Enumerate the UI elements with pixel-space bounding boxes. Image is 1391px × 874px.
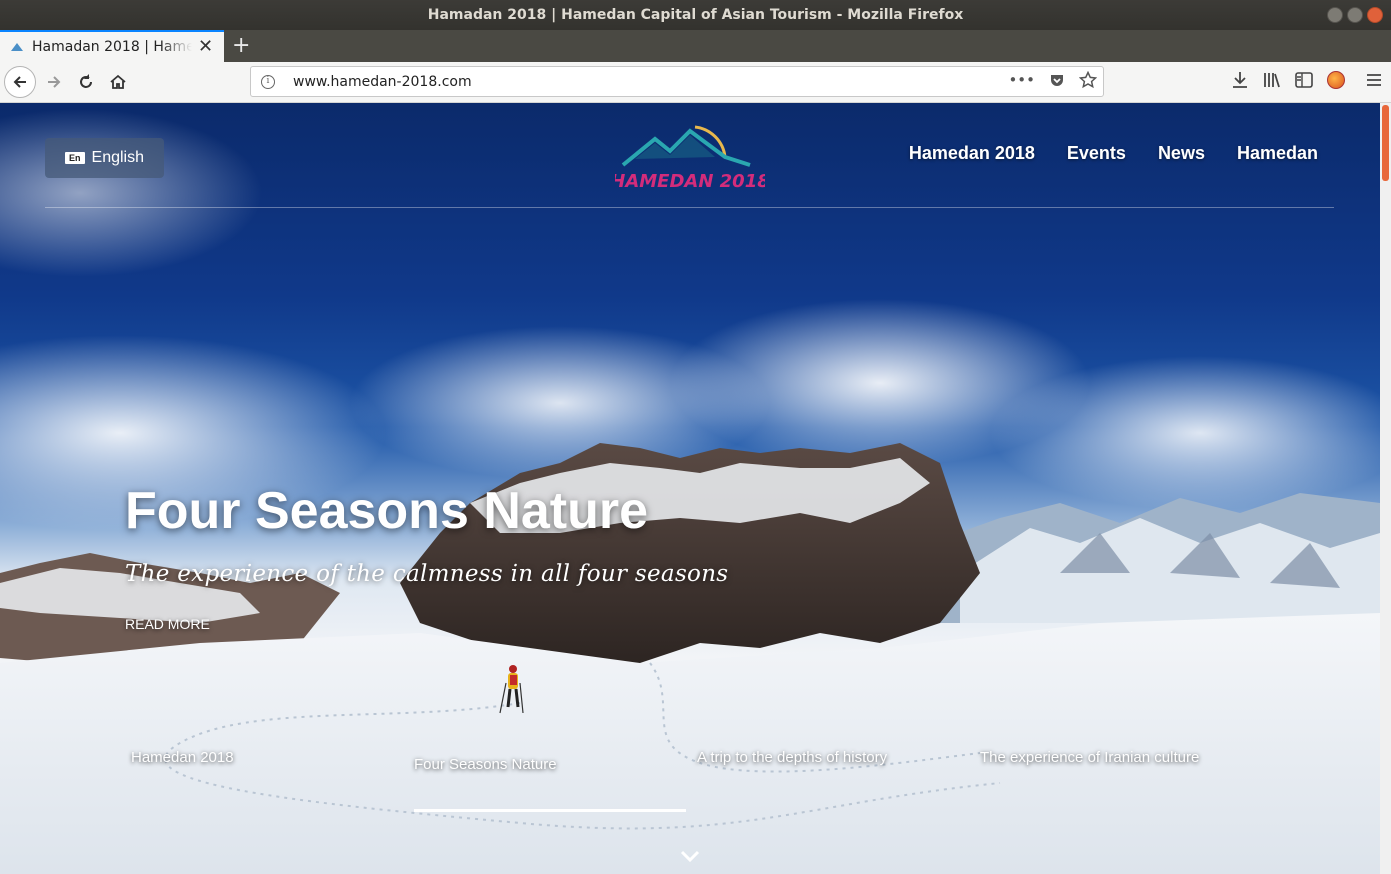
reload-icon[interactable] — [70, 66, 102, 98]
pocket-icon[interactable] — [1049, 72, 1065, 88]
hero-section: En English HAMEDAN 2018 Hamedan 2018 Eve… — [0, 103, 1380, 874]
nav-item-news[interactable]: News — [1158, 143, 1205, 164]
back-arrow-icon[interactable] — [4, 66, 36, 98]
more-icon[interactable]: ••• — [1008, 71, 1035, 89]
language-label: English — [91, 149, 144, 166]
extension-icon[interactable] — [1327, 70, 1345, 90]
site-favicon-icon — [10, 41, 24, 53]
navigation-toolbar: i www.hamedan-2018.com ••• — [0, 62, 1391, 103]
nav-item-hamedan-2018[interactable]: Hamedan 2018 — [909, 143, 1035, 164]
language-badge: En — [65, 152, 85, 164]
language-switcher-button[interactable]: En English — [45, 138, 164, 178]
maximize-button[interactable] — [1347, 7, 1363, 23]
star-icon[interactable] — [1079, 71, 1097, 89]
forward-arrow-icon[interactable] — [38, 66, 70, 98]
close-tab-icon[interactable]: ✕ — [198, 38, 213, 56]
main-navigation: Hamedan 2018 Events News Hamedan — [909, 143, 1318, 164]
sidebar-icon[interactable] — [1295, 70, 1313, 90]
nav-item-events[interactable]: Events — [1067, 143, 1126, 164]
url-text[interactable]: www.hamedan-2018.com — [293, 74, 472, 90]
hero-subtitle: The experience of the calmness in all fo… — [125, 561, 729, 587]
url-actions: ••• — [1008, 71, 1097, 89]
tab-strip: Hamadan 2018 | Hamedan Capital of Asian … — [0, 30, 1391, 62]
slide-tab-four-seasons-nature[interactable]: Four Seasons Nature — [414, 756, 557, 773]
toolbar-right — [1231, 70, 1383, 90]
window-controls — [1327, 7, 1383, 23]
header-divider — [45, 207, 1334, 208]
nav-item-hamedan[interactable]: Hamedan — [1237, 143, 1318, 164]
url-bar[interactable]: i www.hamedan-2018.com ••• — [250, 66, 1104, 97]
slide-tab-iranian-culture[interactable]: The experience of Iranian culture — [980, 749, 1199, 766]
scrollbar-thumb[interactable] — [1382, 105, 1389, 181]
home-icon[interactable] — [102, 66, 134, 98]
info-icon[interactable]: i — [261, 74, 275, 89]
browser-tab[interactable]: Hamadan 2018 | Hamedan Capital of Asian … — [0, 30, 224, 62]
slide-tab-trip-history[interactable]: A trip to the depths of history — [697, 749, 887, 766]
chevron-down-icon[interactable] — [679, 845, 701, 867]
hamburger-menu-icon[interactable] — [1365, 70, 1383, 90]
window-titlebar: Hamadan 2018 | Hamedan Capital of Asian … — [0, 0, 1391, 30]
hamedan-2018-logo[interactable]: HAMEDAN 2018 — [615, 117, 765, 197]
hiker-figure — [499, 665, 524, 714]
tab-title: Hamadan 2018 | Hamedan Capital of Asian … — [32, 39, 192, 55]
minimize-button[interactable] — [1327, 7, 1343, 23]
library-icon[interactable] — [1263, 70, 1281, 90]
window-title: Hamadan 2018 | Hamedan Capital of Asian … — [427, 7, 964, 23]
logo-text: HAMEDAN 2018 — [615, 171, 765, 192]
read-more-link[interactable]: READ MORE — [125, 616, 210, 632]
download-icon[interactable] — [1231, 70, 1249, 90]
slide-tab-hamedan-2018[interactable]: Hamedan 2018 — [131, 749, 234, 766]
page-scrollbar[interactable] — [1380, 103, 1391, 874]
hero-title: Four Seasons Nature — [125, 482, 649, 540]
new-tab-button[interactable]: + — [232, 32, 250, 60]
active-slide-indicator — [414, 809, 686, 812]
close-window-button[interactable] — [1367, 7, 1383, 23]
